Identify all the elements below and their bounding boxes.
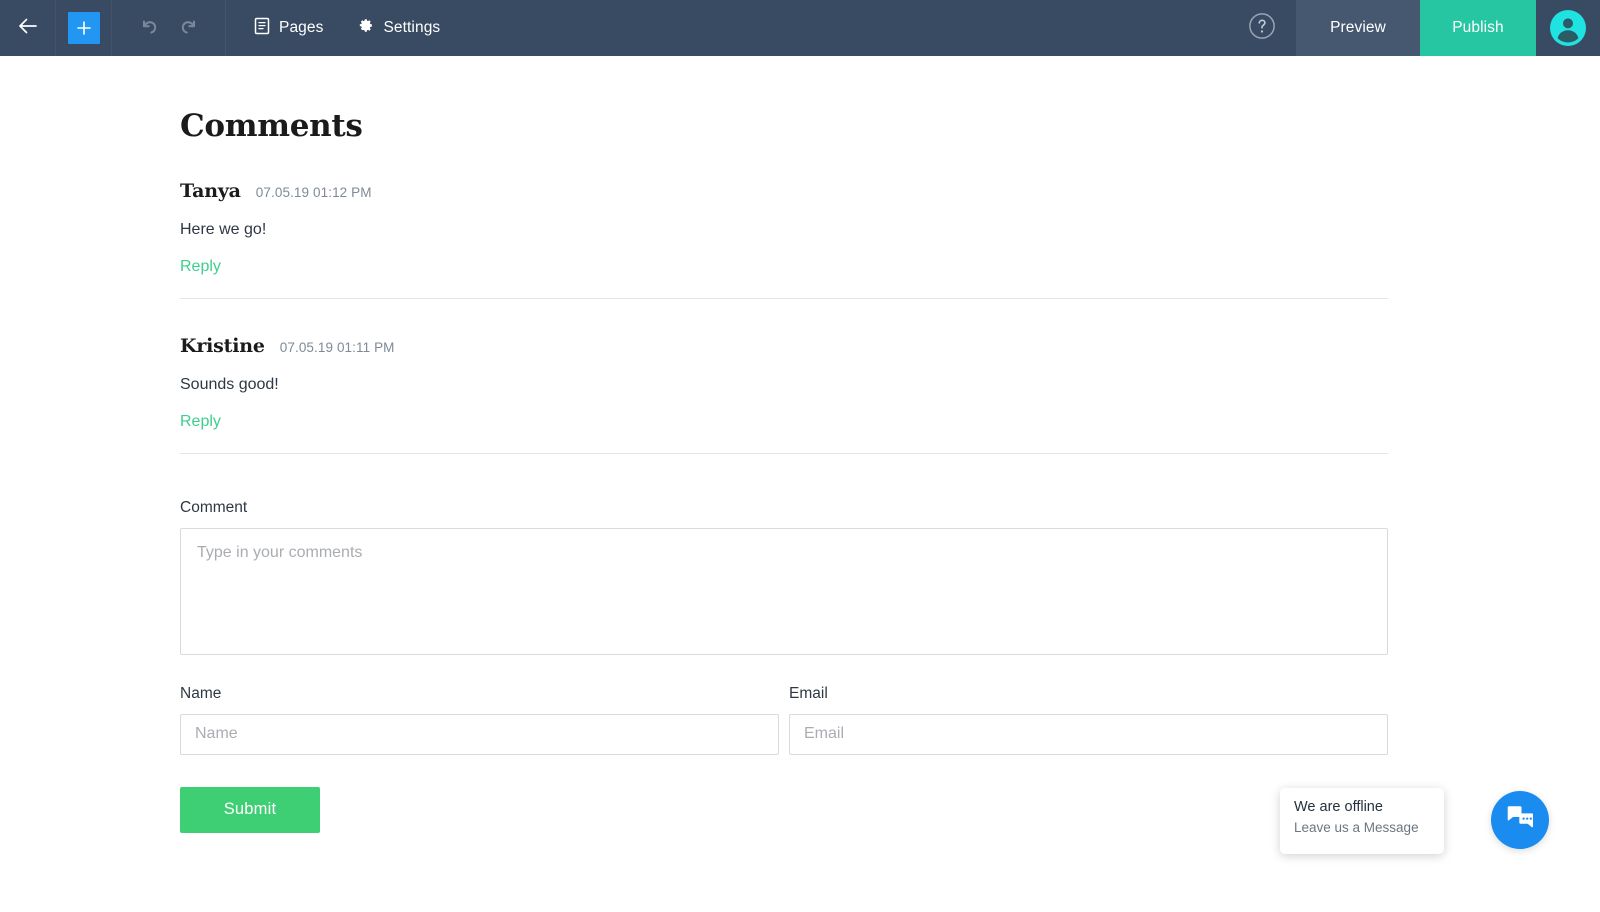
- comment-input[interactable]: [180, 527, 1388, 655]
- help-button[interactable]: [1228, 0, 1296, 56]
- chat-tooltip-subtitle: Leave us a Message: [1294, 820, 1419, 836]
- history-controls: [112, 0, 226, 56]
- question-circle-icon: [1248, 12, 1276, 45]
- back-button[interactable]: [0, 0, 56, 56]
- gear-icon: [357, 17, 374, 39]
- page-document-icon: [254, 17, 270, 40]
- email-input[interactable]: [789, 713, 1388, 755]
- chat-bubbles-icon: [1504, 803, 1536, 838]
- toolbar-item-pages[interactable]: Pages: [254, 17, 323, 40]
- toolbar-item-settings[interactable]: Settings: [357, 17, 440, 39]
- name-input[interactable]: [180, 713, 779, 755]
- add-element-button[interactable]: [56, 0, 112, 56]
- comment-timestamp: 07.05.19 01:11 PM: [279, 339, 395, 355]
- redo-arrow-icon: [178, 15, 200, 42]
- reply-link[interactable]: Reply: [180, 413, 221, 431]
- page-canvas: Comments Tanya 07.05.19 01:12 PM Here we…: [0, 56, 1600, 912]
- email-field-group: Email: [789, 685, 1388, 755]
- comment-divider: [180, 297, 1388, 299]
- comment-author: Tanya: [180, 180, 241, 202]
- publish-button[interactable]: Publish: [1420, 0, 1536, 56]
- comment-item: Tanya 07.05.19 01:12 PM Here we go! Repl…: [180, 180, 1388, 299]
- user-avatar-button[interactable]: [1536, 0, 1600, 56]
- comment-header: Tanya 07.05.19 01:12 PM: [180, 180, 1388, 202]
- name-field-group: Name: [180, 685, 779, 755]
- chat-tooltip-title: We are offline: [1294, 799, 1383, 815]
- user-avatar-icon: [1550, 10, 1586, 46]
- undo-arrow-icon: [138, 15, 160, 42]
- undo-button[interactable]: [138, 15, 160, 42]
- chat-launcher-button[interactable]: [1491, 791, 1549, 849]
- top-toolbar: Pages Settings Preview Publish: [0, 0, 1600, 56]
- content-column: Comments Tanya 07.05.19 01:12 PM Here we…: [180, 56, 1388, 833]
- reply-link[interactable]: Reply: [180, 258, 221, 276]
- toolbar-item-settings-label: Settings: [383, 19, 441, 36]
- toolbar-menu: Pages Settings: [226, 0, 440, 56]
- comment-body: Here we go!: [180, 221, 267, 238]
- name-email-row: Name Email: [180, 685, 1388, 755]
- comment-item: Kristine 07.05.19 01:11 PM Sounds good! …: [180, 335, 1388, 454]
- comment-body: Sounds good!: [180, 375, 279, 393]
- comment-timestamp: 07.05.19 01:12 PM: [255, 185, 372, 200]
- toolbar-item-pages-label: Pages: [279, 19, 324, 36]
- submit-button[interactable]: Submit: [180, 786, 320, 833]
- comment-field-label: Comment: [180, 498, 248, 516]
- email-field-label: Email: [789, 684, 828, 702]
- chat-offline-tooltip[interactable]: We are offline Leave us a Message: [1280, 788, 1444, 854]
- preview-button[interactable]: Preview: [1296, 0, 1420, 56]
- comment-divider: [180, 452, 1388, 454]
- arrow-left-icon: [15, 13, 41, 44]
- redo-button[interactable]: [178, 15, 200, 42]
- comment-header: Kristine 07.05.19 01:11 PM: [180, 335, 1388, 357]
- comment-form: Comment Name Email Submit: [180, 499, 1388, 833]
- page-title: Comments: [180, 108, 363, 144]
- plus-icon: [67, 12, 100, 44]
- comment-author: Kristine: [180, 334, 265, 357]
- name-field-label: Name: [180, 684, 222, 702]
